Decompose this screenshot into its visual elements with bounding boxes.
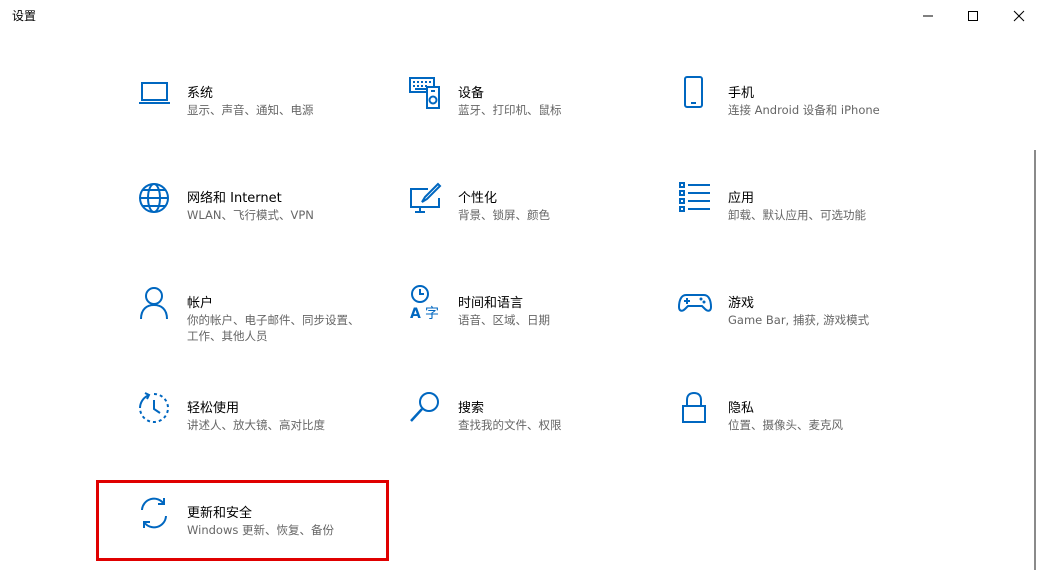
tile-description: 你的帐户、电子邮件、同步设置、工作、其他人员 [187, 313, 360, 343]
settings-tile-ease-of-access[interactable]: 轻松使用 讲述人、放大镜、高对比度 [137, 390, 407, 470]
tile-description: 查找我的文件、权限 [458, 418, 562, 432]
tile-description: 蓝牙、打印机、鼠标 [458, 103, 562, 117]
paint-icon [408, 180, 444, 216]
tile-name: 游戏 [728, 296, 755, 311]
close-icon [1013, 10, 1025, 22]
phone-icon [678, 75, 714, 111]
tile-name: 设备 [458, 86, 485, 101]
tile-description: 连接 Android 设备和 iPhone [728, 103, 880, 117]
settings-tile-phone[interactable]: 手机 连接 Android 设备和 iPhone [678, 75, 948, 155]
settings-tile-gaming[interactable]: 游戏 Game Bar, 捕获, 游戏模式 [678, 285, 948, 365]
close-button[interactable] [995, 0, 1041, 32]
title-bar: 设置 [0, 0, 1045, 32]
tile-name: 个性化 [458, 191, 498, 206]
search-icon [408, 390, 444, 426]
highlight-box [96, 480, 389, 561]
globe-icon [137, 180, 173, 216]
maximize-button[interactable] [949, 0, 995, 32]
svg-text:字: 字 [425, 306, 439, 321]
tile-name: 时间和语言 [458, 296, 524, 311]
settings-tile-search[interactable]: 搜索 查找我的文件、权限 [408, 390, 678, 470]
tile-name: 网络和 Internet [187, 191, 282, 206]
tile-description: 卸载、默认应用、可选功能 [728, 208, 866, 222]
tile-name: 搜索 [458, 401, 485, 416]
tile-name: 隐私 [728, 401, 755, 416]
settings-tile-personalization[interactable]: 个性化 背景、锁屏、颜色 [408, 180, 678, 260]
gamepad-icon [678, 285, 714, 321]
svg-text:A: A [410, 306, 421, 321]
ease-of-access-icon [137, 390, 173, 426]
apps-list-icon [678, 180, 714, 216]
tile-description: 背景、锁屏、颜色 [458, 208, 550, 222]
tile-description: Game Bar, 捕获, 游戏模式 [728, 313, 870, 327]
window-title: 设置 [12, 9, 37, 23]
tile-name: 手机 [728, 86, 755, 101]
tile-description: 讲述人、放大镜、高对比度 [187, 418, 325, 432]
tile-name: 系统 [187, 86, 214, 101]
tile-description: WLAN、飞行模式、VPN [187, 208, 314, 222]
tile-name: 帐户 [187, 296, 214, 311]
laptop-icon [137, 75, 173, 111]
maximize-icon [968, 11, 978, 21]
settings-tile-privacy[interactable]: 隐私 位置、摄像头、麦克风 [678, 390, 948, 470]
person-icon [137, 285, 173, 321]
tile-name: 轻松使用 [187, 401, 240, 416]
tile-description: 显示、声音、通知、电源 [187, 103, 314, 117]
settings-tile-system[interactable]: 系统 显示、声音、通知、电源 [137, 75, 407, 155]
settings-tile-accounts[interactable]: 帐户 你的帐户、电子邮件、同步设置、工作、其他人员 [137, 285, 407, 365]
time-language-icon: A 字 [408, 285, 444, 321]
minimize-button[interactable] [904, 0, 950, 32]
settings-tile-network[interactable]: 网络和 Internet WLAN、飞行模式、VPN [137, 180, 407, 260]
settings-tile-devices[interactable]: 设备 蓝牙、打印机、鼠标 [408, 75, 678, 155]
settings-tile-time-language[interactable]: A 字 时间和语言 语音、区域、日期 [408, 285, 678, 365]
keyboard-icon [408, 75, 444, 111]
settings-window: 设置 系统 显示、声音、通知、电源 设备 蓝牙、打印机、鼠标 手机 连接 And… [0, 0, 1045, 587]
tile-description: 语音、区域、日期 [458, 313, 550, 327]
settings-tile-apps[interactable]: 应用 卸载、默认应用、可选功能 [678, 180, 948, 260]
tile-description: 位置、摄像头、麦克风 [728, 418, 843, 432]
lock-icon [678, 390, 714, 426]
scrollbar[interactable] [1034, 150, 1036, 570]
minimize-icon [923, 15, 933, 17]
tile-name: 应用 [728, 191, 755, 206]
